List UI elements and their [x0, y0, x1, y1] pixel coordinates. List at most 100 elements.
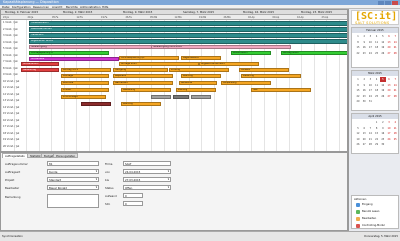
calendar-day[interactable]: 9 [380, 126, 386, 131]
gantt-bar[interactable]: Hausmann [29, 33, 347, 38]
gantt-bar[interactable]: Lagerbestand [181, 56, 221, 60]
calendar-day[interactable]: 2 [361, 34, 367, 39]
calendar-day[interactable]: 27 [386, 94, 392, 99]
calendar-day[interactable]: 28 [392, 94, 398, 99]
calendar-day[interactable]: 28 [367, 142, 373, 147]
calendar-day[interactable]: 29 [355, 99, 361, 104]
calendar-day[interactable]: 9 [361, 40, 367, 45]
gantt-bar[interactable] [151, 95, 171, 99]
calendar-day[interactable]: 18 [392, 131, 398, 136]
calendar-day[interactable]: 24 [367, 51, 373, 56]
calendar-day[interactable]: 27 [361, 142, 367, 147]
gantt-bar[interactable]: Endmontage [61, 95, 106, 99]
calendar-day[interactable]: 15 [355, 45, 361, 50]
tab-planungsdaten[interactable]: Planungsdaten [53, 153, 79, 158]
calendar-day[interactable]: 12 [355, 131, 361, 136]
calendar-day[interactable]: 27 [386, 51, 392, 56]
calendar-day[interactable]: 30 [361, 99, 367, 104]
bis-date-field[interactable]: 27.03.2015 [123, 177, 171, 182]
resource-label[interactable]: 2 Vorst. / Jsk [3, 28, 18, 31]
calendar-day[interactable]: 1 [374, 120, 380, 125]
resource-label[interactable]: 4 Vorst. / Jsk [3, 41, 18, 44]
calendar-day[interactable]: 2 [361, 77, 367, 82]
calendar-day[interactable]: 2 [380, 120, 386, 125]
calendar-day[interactable]: 19 [380, 88, 386, 93]
von-date-field[interactable]: 24.04.2015 [123, 169, 171, 174]
calendar-day[interactable]: 24 [386, 137, 392, 142]
resource-label[interactable]: 11 Vorst. / Jsk [3, 86, 19, 89]
resource-label[interactable]: 12 Vorst. / Jsk [3, 93, 19, 96]
action-eingang-button[interactable]: Eingang [356, 202, 386, 207]
tab-auftragsdetails[interactable]: Auftragsdetails [2, 153, 28, 158]
calendar-day[interactable]: 3 [367, 77, 373, 82]
calendar-day[interactable]: 6 [386, 77, 392, 82]
calendar-day[interactable]: 5 [379, 77, 386, 82]
calendar-day[interactable]: 3 [386, 120, 392, 125]
gantt-bar[interactable]: Planung [176, 88, 216, 92]
calendar-day[interactable]: 18 [374, 88, 380, 93]
calendar-day[interactable]: 18 [374, 45, 380, 50]
calendar-day[interactable]: 31 [367, 99, 373, 104]
gantt-bar[interactable]: Auftrag Motor [281, 51, 347, 55]
gantt-bar[interactable]: Teilefertigung 2015-2016 [151, 45, 291, 49]
gantt-bar[interactable]: Allgemeiner Termin [29, 39, 347, 44]
resource-label[interactable]: 9 Vorst. / Jsk [3, 73, 18, 76]
resource-label[interactable]: 10 Vorst. / Jsk [3, 80, 19, 83]
gantt-bar[interactable]: Fertigung [113, 68, 168, 72]
gantt-bar[interactable]: Auftrag 4711 [61, 68, 111, 72]
calendar-day[interactable]: 20 [361, 137, 367, 142]
calendar-day[interactable]: 19 [380, 45, 386, 50]
calendar-day[interactable]: 15 [355, 88, 361, 93]
gantt-bar[interactable]: Neuauftrag [21, 68, 59, 72]
calendar-day[interactable]: 23 [380, 137, 386, 142]
resource-label[interactable]: 6 Vorst. / Jsk [3, 54, 18, 57]
gantt-bar[interactable]: Abnahme [179, 81, 217, 85]
calendar-day[interactable]: 16 [361, 88, 367, 93]
aufwand-field[interactable]: 0 [123, 193, 143, 198]
gantt-bar[interactable]: Wartung [181, 74, 221, 78]
projekt-select[interactable]: Standard [47, 177, 99, 182]
calendar-day[interactable]: 8 [355, 83, 361, 88]
calendar-day[interactable]: 17 [367, 88, 373, 93]
close-button[interactable] [392, 0, 398, 5]
calendar-day[interactable]: 17 [386, 131, 392, 136]
action-bearbeiten-button[interactable]: Bearbeiten [356, 216, 386, 221]
gantt-bar[interactable]: Hilfskalkulation [29, 21, 347, 26]
calendar-day[interactable]: 7 [367, 126, 373, 131]
resource-label[interactable]: 17 Vorst. / Jsk [3, 125, 19, 128]
calendar-day[interactable]: 23 [361, 51, 367, 56]
calendar-day[interactable]: 16 [361, 45, 367, 50]
calendar-day[interactable]: 8 [374, 126, 380, 131]
resource-label[interactable]: 15 Vorst. / Jsk [3, 112, 19, 115]
calendar-day[interactable]: 7 [392, 34, 398, 39]
action-controlling-button[interactable]: Controlling-Modul [356, 223, 386, 228]
calendar-day[interactable]: 21 [392, 45, 398, 50]
calendar-day[interactable]: 14 [392, 83, 398, 88]
gantt-bar[interactable]: Sonderteile [29, 57, 119, 61]
status-select[interactable]: Offen [123, 185, 171, 190]
calendar-day[interactable]: 28 [392, 51, 398, 56]
resource-label[interactable]: 3 Vorst. / Jsk [3, 34, 18, 37]
bemerkung-field[interactable] [47, 194, 99, 208]
calendar-day[interactable]: 9 [361, 83, 367, 88]
gantt-bar[interactable]: Prüfung [169, 68, 229, 72]
calendar-day[interactable]: 6 [361, 126, 367, 131]
gantt-bar[interactable]: Montage [61, 74, 109, 78]
calendar-day[interactable]: 16 [380, 131, 386, 136]
gantt-bar[interactable]: Konstruktion [231, 51, 271, 55]
firma-field[interactable]: SALT [123, 161, 171, 166]
calendar-day[interactable]: 10 [386, 126, 392, 131]
calendar-day[interactable]: 14 [367, 131, 373, 136]
gantt-bar[interactable]: Wartung [121, 102, 161, 106]
gantt-bar[interactable]: Bestellung [121, 88, 171, 92]
calendar-day[interactable]: 13 [361, 131, 367, 136]
calendar-day[interactable]: 20 [386, 45, 392, 50]
calendar-day[interactable]: 23 [361, 94, 367, 99]
calendar-day[interactable]: 1 [355, 77, 361, 82]
gantt-bar[interactable]: Montageplanung A [29, 51, 109, 55]
calendar-day[interactable]: 12 [380, 40, 386, 45]
gantt-bar[interactable]: Vertriebsplanung Q1 [119, 56, 179, 60]
calendar-day[interactable]: 25 [392, 137, 398, 142]
gantt-bar[interactable]: Kontrolle [61, 81, 109, 85]
gantt-bar[interactable] [191, 95, 211, 99]
